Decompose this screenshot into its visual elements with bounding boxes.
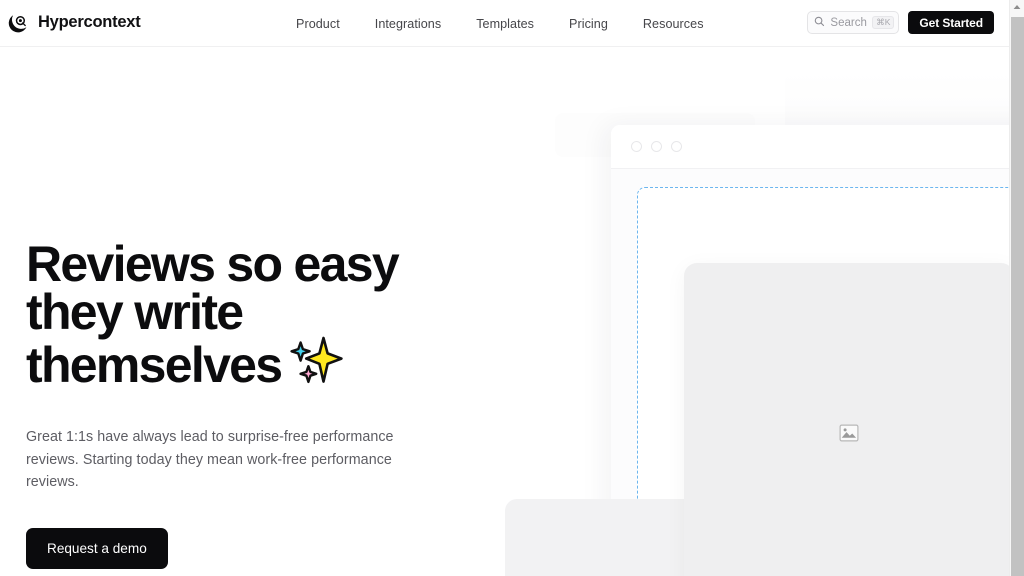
search-shortcut-badge: ⌘K (872, 16, 895, 29)
get-started-button[interactable]: Get Started (908, 11, 994, 34)
window-maximize-dot-icon (671, 141, 682, 152)
nav-item-resources[interactable]: Resources (643, 17, 704, 31)
hero-copy: Reviews so easy they write themselves Gr… (26, 239, 446, 569)
window-minimize-dot-icon (651, 141, 662, 152)
hero-section: Reviews so easy they write themselves Gr… (0, 47, 1009, 576)
request-a-demo-button[interactable]: Request a demo (26, 527, 168, 569)
brand-name: Hypercontext (38, 13, 141, 31)
window-close-dot-icon (631, 141, 642, 152)
mockup-card-front (684, 263, 1009, 576)
nav-item-templates[interactable]: Templates (476, 17, 534, 31)
window-traffic-lights (631, 141, 682, 152)
nav-item-product[interactable]: Product (296, 17, 340, 31)
scrollbar-thumb[interactable] (1011, 17, 1024, 576)
search-input[interactable]: Search... ⌘K (807, 11, 900, 34)
broken-image-icon (839, 424, 859, 442)
scroll-up-arrow-icon[interactable] (1010, 0, 1024, 14)
brand-logo-link[interactable]: Hypercontext (8, 11, 141, 34)
nav-item-pricing[interactable]: Pricing (569, 17, 608, 31)
page-content: Hypercontext Product Integrations Templa… (0, 0, 1009, 576)
search-placeholder: Search... (830, 16, 867, 29)
browser-title-bar (611, 125, 1009, 169)
browser-viewport: Hypercontext Product Integrations Templa… (0, 0, 1024, 576)
vertical-scrollbar[interactable] (1009, 0, 1024, 576)
site-header: Hypercontext Product Integrations Templa… (0, 0, 1009, 47)
headline-line-3: themselves (26, 337, 283, 393)
nav-item-integrations[interactable]: Integrations (375, 17, 441, 31)
headline-line-2: they write (26, 284, 244, 340)
hero-product-mockup (455, 47, 1009, 576)
search-icon (814, 14, 825, 32)
hero-subcopy: Great 1:1s have always lead to surprise-… (26, 429, 394, 490)
header-actions: Search... ⌘K Get Started (807, 11, 994, 34)
main-nav: Product Integrations Templates Pricing R… (296, 0, 704, 47)
sparkles-emoji-icon (287, 336, 344, 395)
hypercontext-moon-logo-icon (8, 11, 31, 34)
page-title: Reviews so easy they write themselves (26, 239, 426, 395)
